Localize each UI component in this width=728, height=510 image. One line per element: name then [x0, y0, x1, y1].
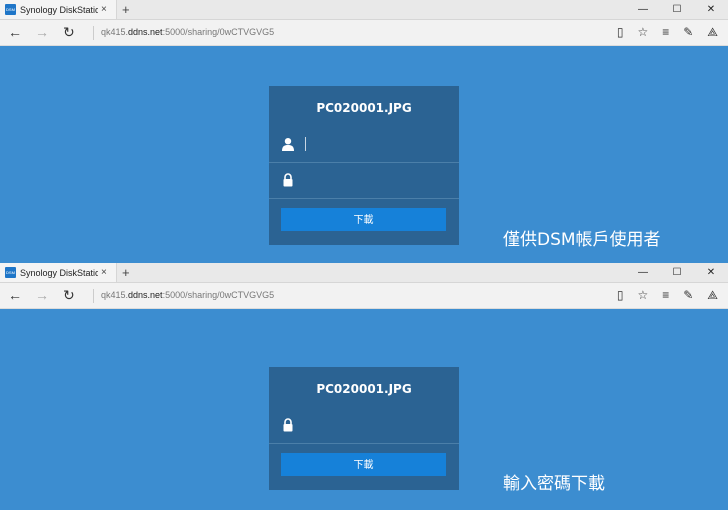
web-note-icon[interactable]: ✎	[683, 288, 693, 303]
tab-title: Synology DiskStation - I	[20, 267, 98, 278]
url-prefix: qk415.	[101, 27, 129, 37]
url-field[interactable]: qk415.ddns.net:5000/sharing/0wCTVGVG5	[101, 290, 274, 300]
dsm-favicon: DSM	[5, 267, 16, 278]
password-field[interactable]	[269, 408, 459, 444]
tab-bar: DSM Synology DiskStation - I × + — ☐ ✕	[0, 263, 728, 283]
address-bar-row: ← → ↻ qk415.ddns.net:5000/sharing/0wCTVG…	[0, 283, 728, 309]
username-field[interactable]	[269, 127, 459, 163]
url-field[interactable]: qk415.ddns.net:5000/sharing/0wCTVGVG5	[101, 27, 274, 37]
close-window-button[interactable]: ✕	[694, 263, 728, 282]
divider	[93, 26, 94, 40]
tab-close-icon[interactable]: ×	[101, 4, 107, 15]
new-tab-button[interactable]: +	[122, 265, 130, 280]
page-content: PC020001.JPG 下載 僅供DSM帳戶使用者	[0, 46, 728, 263]
screenshot-account-login: DSM Synology DiskStation - I × + — ☐ ✕ ←…	[0, 0, 728, 263]
refresh-icon[interactable]: ↻	[63, 287, 75, 304]
file-name-title: PC020001.JPG	[316, 101, 412, 115]
web-note-icon[interactable]: ✎	[683, 25, 693, 40]
user-icon	[282, 138, 294, 151]
close-window-button[interactable]: ✕	[694, 0, 728, 19]
new-tab-button[interactable]: +	[122, 2, 130, 17]
divider	[93, 289, 94, 303]
reading-view-icon[interactable]: ▯	[617, 25, 624, 40]
favorite-star-icon[interactable]: ☆	[637, 25, 648, 40]
tab-bar: DSM Synology DiskStation - I × + — ☐ ✕	[0, 0, 728, 20]
screenshot-password-login: DSM Synology DiskStation - I × + — ☐ ✕ ←…	[0, 263, 728, 510]
favorite-star-icon[interactable]: ☆	[637, 288, 648, 303]
dsm-favicon: DSM	[5, 4, 16, 15]
window-controls: — ☐ ✕	[626, 263, 728, 282]
password-panel: PC020001.JPG 下載	[269, 367, 459, 490]
file-name-title: PC020001.JPG	[316, 382, 412, 396]
back-icon[interactable]: ←	[8, 24, 22, 40]
browser-tab[interactable]: DSM Synology DiskStation - I ×	[0, 263, 117, 282]
share-icon[interactable]: ⟁	[707, 25, 718, 40]
minimize-button[interactable]: —	[626, 263, 660, 282]
hub-icon[interactable]: ≡	[662, 288, 669, 303]
url-suffix: :5000/sharing/0wCTVGVG5	[162, 27, 275, 37]
forward-icon[interactable]: →	[35, 24, 49, 40]
maximize-button[interactable]: ☐	[660, 263, 694, 282]
text-cursor	[305, 137, 306, 151]
hub-icon[interactable]: ≡	[662, 25, 669, 40]
back-icon[interactable]: ←	[8, 287, 22, 303]
refresh-icon[interactable]: ↻	[63, 24, 75, 41]
lock-icon	[283, 173, 293, 187]
share-icon[interactable]: ⟁	[707, 288, 718, 303]
login-panel: PC020001.JPG 下載	[269, 86, 459, 245]
url-domain: ddns.net	[128, 290, 163, 300]
maximize-button[interactable]: ☐	[660, 0, 694, 19]
download-button[interactable]: 下載	[281, 453, 446, 476]
download-wrap: 下載	[269, 199, 459, 241]
lock-icon	[283, 418, 293, 432]
download-wrap: 下載	[269, 444, 459, 486]
tab-close-icon[interactable]: ×	[101, 267, 107, 278]
toolbar-icons: ▯ ☆ ≡ ✎ ⟁	[603, 25, 718, 40]
favicon-text: DSM	[6, 7, 15, 12]
reading-view-icon[interactable]: ▯	[617, 288, 624, 303]
toolbar-icons: ▯ ☆ ≡ ✎ ⟁	[603, 288, 718, 303]
caption-account-only: 僅供DSM帳戶使用者	[503, 230, 661, 250]
window-controls: — ☐ ✕	[626, 0, 728, 19]
url-suffix: :5000/sharing/0wCTVGVG5	[162, 290, 275, 300]
download-button[interactable]: 下載	[281, 208, 446, 231]
page-content: PC020001.JPG 下載 輸入密碼下載	[0, 309, 728, 510]
tab-title: Synology DiskStation - I	[20, 4, 98, 15]
browser-tab[interactable]: DSM Synology DiskStation - I ×	[0, 0, 117, 19]
password-field[interactable]	[269, 163, 459, 199]
forward-icon[interactable]: →	[35, 287, 49, 303]
url-domain: ddns.net	[128, 27, 163, 37]
caption-password: 輸入密碼下載	[503, 474, 605, 494]
favicon-text: DSM	[6, 270, 15, 275]
address-bar-row: ← → ↻ qk415.ddns.net:5000/sharing/0wCTVG…	[0, 20, 728, 46]
minimize-button[interactable]: —	[626, 0, 660, 19]
url-prefix: qk415.	[101, 290, 129, 300]
